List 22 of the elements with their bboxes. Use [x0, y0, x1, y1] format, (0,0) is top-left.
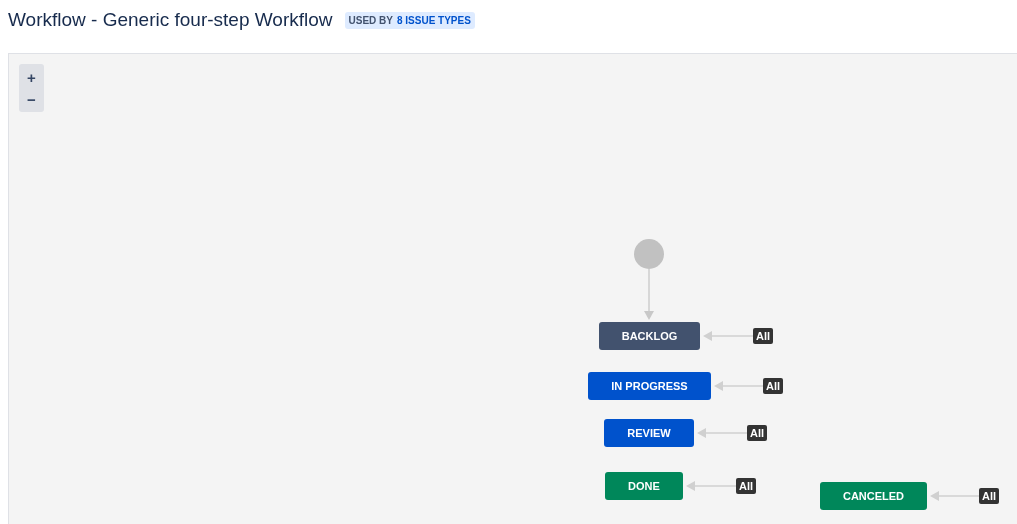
- transition-arrow: [697, 428, 748, 438]
- status-node[interactable]: CANCELED: [820, 482, 927, 510]
- transition-arrow: [703, 331, 754, 341]
- zoom-out-button[interactable]: −: [19, 88, 44, 110]
- issue-types-link[interactable]: 8 ISSUE TYPES: [396, 12, 471, 28]
- global-transition-label: All: [763, 378, 784, 394]
- usage-label: USED BY: [348, 13, 393, 28]
- status-node[interactable]: BACKLOG: [599, 322, 700, 350]
- status-node[interactable]: IN PROGRESS: [588, 372, 711, 400]
- global-transition-label: All: [736, 478, 757, 494]
- transition-arrow: [714, 381, 764, 391]
- transition-arrow: [930, 491, 980, 501]
- start-node: [634, 239, 664, 269]
- status-node[interactable]: DONE: [605, 472, 683, 500]
- status-node[interactable]: REVIEW: [604, 419, 694, 447]
- zoom-in-button[interactable]: +: [19, 66, 44, 88]
- transition-arrow: [644, 268, 654, 320]
- page-title: Workflow - Generic four-step Workflow: [8, 7, 333, 32]
- global-transition-label: All: [747, 425, 768, 441]
- global-transition-label: All: [979, 488, 1000, 504]
- global-transition-label: All: [753, 328, 774, 344]
- transition-arrow: [686, 481, 737, 491]
